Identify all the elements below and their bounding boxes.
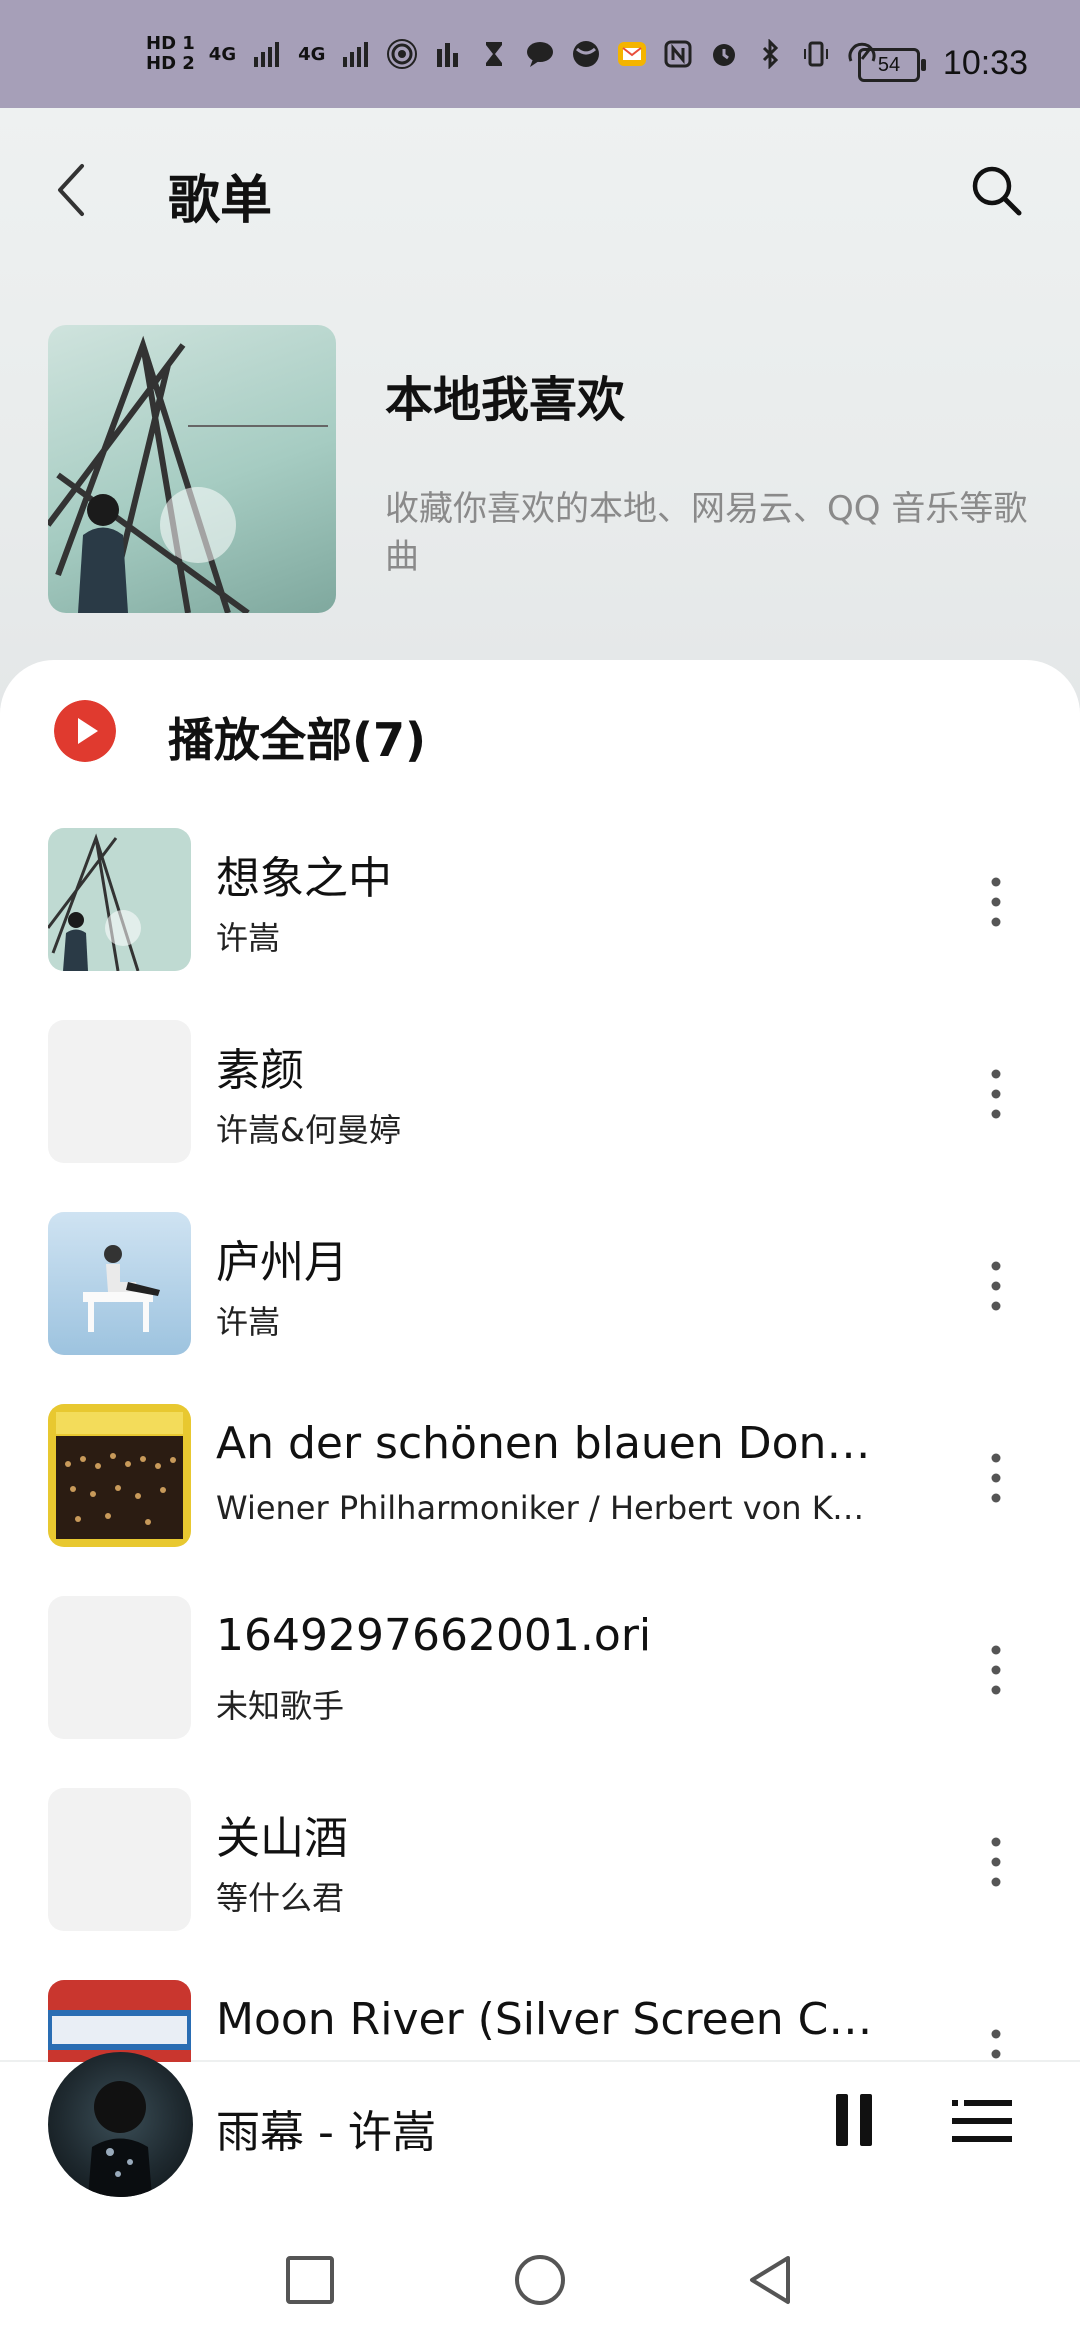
list-item[interactable]: 关山酒 等什么君 [0,1788,1080,1938]
more-options-icon[interactable] [975,870,1017,934]
song-cover-placeholder [48,1788,191,1931]
song-cover-placeholder [48,1020,191,1163]
vibrate-icon [804,41,829,67]
hourglass-icon [486,42,503,66]
status-icons: 4G 4G [209,39,878,69]
song-cover [48,1404,191,1547]
bars-icon [437,43,459,67]
list-item[interactable]: 想象之中 许嵩 [0,828,1080,978]
more-options-icon[interactable] [975,1638,1017,1702]
signal-icon [343,42,369,67]
signal1-label: 4G [208,43,237,65]
song-title: 想象之中 [216,853,392,904]
song-title: 庐州月 [216,1237,348,1288]
alarm-icon [713,44,736,66]
cover-art-image [48,335,328,613]
cover-art-image [88,2081,152,2197]
cover-art-image [48,1404,191,1547]
hotspot-icon [387,39,418,69]
browser-icon [573,41,600,67]
signal-icon [254,42,280,67]
status-bar-left: HD 1 HD 2 4G 4G [146,34,877,74]
cover-art-image [48,1212,191,1355]
list-item[interactable]: 素颜 许嵩&何曼婷 [0,1020,1080,1170]
list-item[interactable]: 庐州月 许嵩 [0,1212,1080,1362]
song-title: 素颜 [216,1045,304,1096]
bluetooth-icon [763,39,779,69]
song-cover [48,828,191,971]
song-title: An der schönen blauen Dona… [216,1418,876,1469]
song-title: Moon River (Silver Screen Cla… [216,1994,876,2045]
play-all-button[interactable] [54,700,116,762]
more-options-icon[interactable] [975,1830,1017,1894]
pause-icon[interactable] [832,2092,876,2148]
home-icon[interactable] [512,2252,568,2308]
song-artist: 许嵩 [216,1303,281,1341]
back-icon[interactable] [52,160,92,220]
clock: 10:33 [942,44,1028,82]
song-title: 1649297662001.ori [216,1610,652,1661]
song-cover [48,1212,191,1355]
song-cover-placeholder [48,1596,191,1739]
battery-icon: 54 [858,48,926,82]
cover-art-image [48,828,191,971]
chat-icon [527,42,554,67]
signal2-label: 4G [298,43,326,65]
search-icon[interactable] [968,162,1024,218]
playlist-description: 收藏你喜欢的本地、网易云、QQ 音乐等歌曲 [385,489,1028,577]
song-artist: 未知歌手 [216,1687,345,1725]
mail-icon [618,42,647,66]
nfc-icon [664,40,692,68]
song-artist: 许嵩&何曼婷 [216,1111,401,1149]
hd2-label: HD 2 [146,53,195,74]
sim-labels: HD 1 HD 2 [146,34,195,74]
more-options-icon[interactable] [975,1062,1017,1126]
list-item[interactable]: An der schönen blauen Dona… Wiener Philh… [0,1404,1080,1554]
recent-apps-icon[interactable] [282,2252,338,2308]
back-nav-icon[interactable] [742,2252,798,2308]
more-options-icon[interactable] [975,1446,1017,1510]
now-playing-cover[interactable] [48,2052,193,2197]
hd1-label: HD 1 [146,33,195,54]
list-item[interactable]: 1649297662001.ori 未知歌手 [0,1596,1080,1746]
playlist-cover [48,325,336,613]
play-all-label[interactable]: 播放全部(7) [168,704,426,770]
status-bar: HD 1 HD 2 4G 4G 54 10:33 [0,0,1080,108]
now-playing-title[interactable]: 雨幕 - 许嵩 [216,2096,436,2160]
page-title: 歌单 [168,171,273,231]
song-artist: 等什么君 [216,1879,345,1917]
song-title: 关山酒 [216,1813,348,1864]
more-options-icon[interactable] [975,1254,1017,1318]
song-artist: 许嵩 [216,919,281,957]
playlist-name: 本地我喜欢 [385,372,626,428]
song-artist: Wiener Philharmoniker / Herbert von Kar… [216,1489,876,1527]
playlist-queue-icon[interactable] [952,2096,1012,2146]
